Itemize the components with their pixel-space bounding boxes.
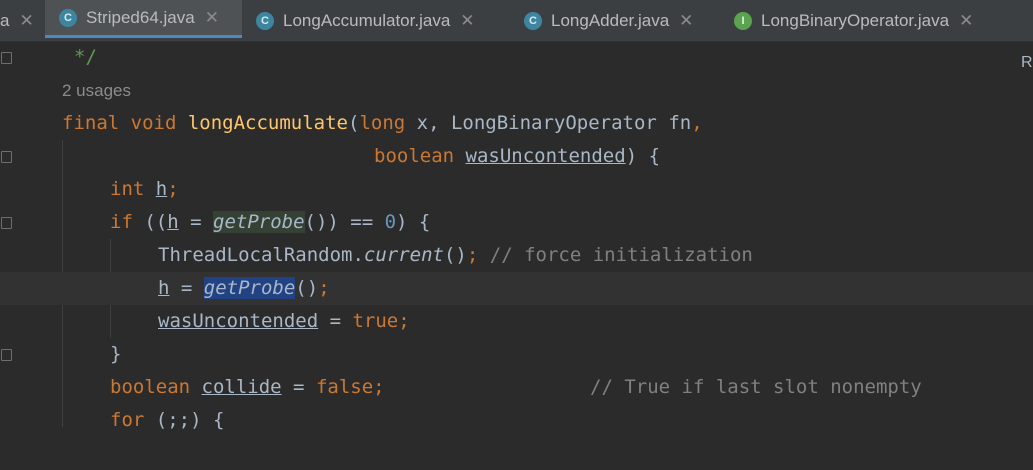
usages-hint[interactable]: 2 usages bbox=[62, 74, 131, 107]
tab-longaccumulator[interactable]: C LongAccumulator.java ✕ bbox=[256, 0, 475, 41]
brace: } bbox=[110, 343, 122, 365]
tab-label: LongAdder.java bbox=[551, 10, 670, 30]
code-line[interactable]: final void longAccumulate(long x, LongBi… bbox=[0, 107, 703, 140]
code-line[interactable]: boolean collide = false; // True if last… bbox=[0, 371, 922, 404]
semicolon: ; bbox=[373, 376, 385, 398]
brace: ) { bbox=[625, 145, 661, 167]
local-var: h bbox=[158, 277, 170, 299]
semicolon: ; bbox=[398, 310, 410, 332]
code-line[interactable]: } bbox=[0, 338, 121, 371]
tab-label: LongAccumulator.java bbox=[283, 10, 451, 30]
keyword: for bbox=[110, 409, 145, 431]
params: x, LongBinaryOperator fn bbox=[405, 112, 692, 134]
class-ref: ThreadLocalRandom. bbox=[158, 244, 364, 266]
line-comment: // force initialization bbox=[478, 244, 753, 266]
tab-longadder[interactable]: C LongAdder.java ✕ bbox=[524, 0, 693, 41]
semicolon: ; bbox=[466, 244, 479, 266]
tab-label: LongBinaryOperator.java bbox=[761, 10, 950, 30]
tab-label: Striped64.java bbox=[86, 7, 195, 27]
paren: () bbox=[443, 244, 467, 266]
paren: (( bbox=[132, 211, 168, 233]
local-var: collide bbox=[201, 376, 282, 398]
class-icon: C bbox=[256, 11, 274, 30]
paren: () bbox=[295, 277, 319, 299]
tab-striped64[interactable]: C Striped64.java ✕ bbox=[45, 0, 242, 38]
method-call: current bbox=[363, 244, 444, 266]
tab-partial[interactable]: a ✕ bbox=[0, 0, 44, 41]
code-line-current[interactable]: h = getProbe(); bbox=[0, 272, 1033, 305]
paren: ( bbox=[348, 112, 360, 134]
method-call: getProbe bbox=[213, 211, 305, 233]
param-var: wasUncontended bbox=[158, 310, 319, 332]
number-literal: 0 bbox=[384, 211, 397, 233]
close-icon[interactable]: ✕ bbox=[205, 8, 219, 28]
editor-tab-bar: a ✕ C Striped64.java ✕ C LongAccumulator… bbox=[0, 0, 1033, 42]
keyword: int bbox=[110, 178, 145, 200]
close-icon[interactable]: ✕ bbox=[959, 11, 973, 31]
semicolon: ; bbox=[167, 178, 179, 200]
keyword: true bbox=[352, 310, 399, 332]
code-line: 2 usages bbox=[0, 74, 131, 107]
interface-icon: I bbox=[734, 11, 752, 30]
keyword: final void bbox=[62, 112, 188, 134]
loop-header: (;;) { bbox=[144, 409, 225, 431]
keyword: boolean bbox=[374, 145, 455, 167]
close-icon[interactable]: ✕ bbox=[19, 11, 33, 31]
close-icon[interactable]: ✕ bbox=[679, 11, 693, 31]
code-line[interactable]: int h; bbox=[0, 173, 179, 206]
code-line[interactable]: wasUncontended = true; bbox=[0, 305, 410, 338]
keyword: if bbox=[110, 211, 133, 233]
paren: ) { bbox=[396, 211, 431, 233]
keyword: boolean bbox=[110, 376, 191, 398]
semicolon: ; bbox=[318, 277, 330, 299]
method-name: longAccumulate bbox=[187, 112, 348, 134]
method-call-selected: getProbe bbox=[203, 277, 296, 299]
code-line[interactable]: boolean wasUncontended) { bbox=[0, 140, 660, 173]
doc-comment-end: */ bbox=[74, 46, 97, 68]
tab-longbinaryoperator[interactable]: I LongBinaryOperator.java ✕ bbox=[734, 0, 973, 41]
param-var: wasUncontended bbox=[465, 145, 626, 167]
local-var: h bbox=[167, 211, 179, 233]
operator: = bbox=[169, 277, 204, 299]
code-line[interactable]: if ((h = getProbe()) == 0) { bbox=[0, 206, 430, 239]
code-line[interactable]: for (;;) { bbox=[0, 404, 224, 437]
code-line[interactable]: */ bbox=[0, 41, 97, 74]
comma: , bbox=[691, 112, 703, 134]
operator: = bbox=[281, 376, 316, 398]
class-icon: C bbox=[524, 11, 542, 30]
code-line[interactable]: ThreadLocalRandom.current(); // force in… bbox=[0, 239, 753, 272]
close-icon[interactable]: ✕ bbox=[460, 11, 474, 31]
tab-label: a bbox=[0, 10, 10, 30]
right-panel-letter: R bbox=[1021, 54, 1033, 71]
local-var: h bbox=[155, 178, 168, 200]
class-icon: C bbox=[59, 8, 77, 27]
paren: ()) == bbox=[304, 211, 385, 233]
keyword: long bbox=[359, 112, 406, 134]
operator: = bbox=[178, 211, 213, 233]
operator: = bbox=[318, 310, 353, 332]
line-comment: // True if last slot nonempty bbox=[590, 376, 922, 398]
keyword: false bbox=[315, 376, 374, 398]
